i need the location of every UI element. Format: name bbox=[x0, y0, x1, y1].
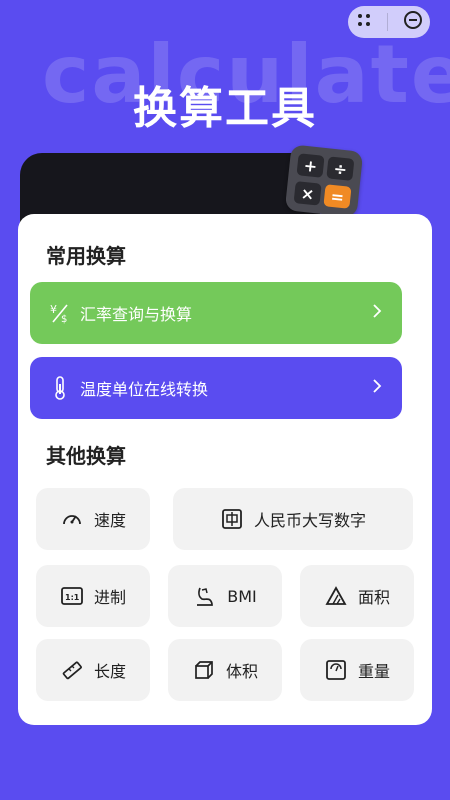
ratio-icon: 1:1 bbox=[60, 584, 84, 608]
area-icon bbox=[324, 584, 348, 608]
weight-tile[interactable]: 重量 bbox=[300, 639, 414, 701]
main-panel: 常用换算 ¥ $ 汇率查询与换算 温度单位在线转换 其他换算 速度 人民币大写数… bbox=[18, 214, 432, 725]
scale-icon bbox=[324, 658, 348, 682]
weight-label: 重量 bbox=[357, 662, 390, 681]
speed-label: 速度 bbox=[93, 511, 126, 530]
volume-label: 体积 bbox=[225, 662, 258, 681]
thermometer-icon bbox=[48, 376, 72, 400]
speed-tile[interactable]: 速度 bbox=[36, 488, 150, 550]
number-base-label: 进制 bbox=[93, 588, 126, 607]
exchange-rate-button[interactable]: ¥ $ 汇率查询与换算 bbox=[30, 282, 402, 344]
number-base-tile[interactable]: 1:1 进制 bbox=[36, 565, 150, 627]
chevron-right-icon bbox=[372, 303, 382, 323]
chinese-numeral-icon bbox=[220, 507, 244, 531]
svg-text:1:1: 1:1 bbox=[65, 593, 80, 602]
calc-key-plus: + bbox=[296, 153, 325, 178]
calculator-icon: + ÷ × = bbox=[284, 144, 364, 218]
length-label: 长度 bbox=[93, 662, 126, 681]
calc-key-equals: = bbox=[323, 184, 352, 209]
currency-exchange-icon: ¥ $ bbox=[48, 301, 72, 325]
bmi-label: BMI bbox=[227, 586, 257, 606]
temperature-label: 温度单位在线转换 bbox=[80, 380, 209, 399]
body-mass-icon bbox=[193, 584, 217, 608]
area-tile[interactable]: 面积 bbox=[300, 565, 414, 627]
chevron-right-icon bbox=[372, 378, 382, 398]
temperature-button[interactable]: 温度单位在线转换 bbox=[30, 357, 402, 419]
volume-tile[interactable]: 体积 bbox=[168, 639, 282, 701]
other-section-title: 其他换算 bbox=[46, 444, 126, 468]
bmi-tile[interactable]: BMI bbox=[168, 565, 282, 627]
rmb-uppercase-tile[interactable]: 人民币大写数字 bbox=[173, 488, 413, 550]
calc-key-multiply: × bbox=[293, 181, 322, 206]
page-title: 换算工具 bbox=[133, 83, 317, 134]
cube-icon bbox=[192, 658, 216, 682]
area-label: 面积 bbox=[357, 588, 390, 607]
speedometer-icon bbox=[60, 507, 84, 531]
svg-text:¥: ¥ bbox=[50, 303, 57, 316]
rmb-uppercase-label: 人民币大写数字 bbox=[253, 511, 366, 530]
length-tile[interactable]: 长度 bbox=[36, 639, 150, 701]
svg-text:$: $ bbox=[61, 314, 67, 324]
exchange-rate-label: 汇率查询与换算 bbox=[80, 305, 193, 324]
calc-key-divide: ÷ bbox=[326, 156, 355, 181]
common-section-title: 常用换算 bbox=[46, 244, 126, 268]
ruler-icon bbox=[60, 658, 84, 682]
